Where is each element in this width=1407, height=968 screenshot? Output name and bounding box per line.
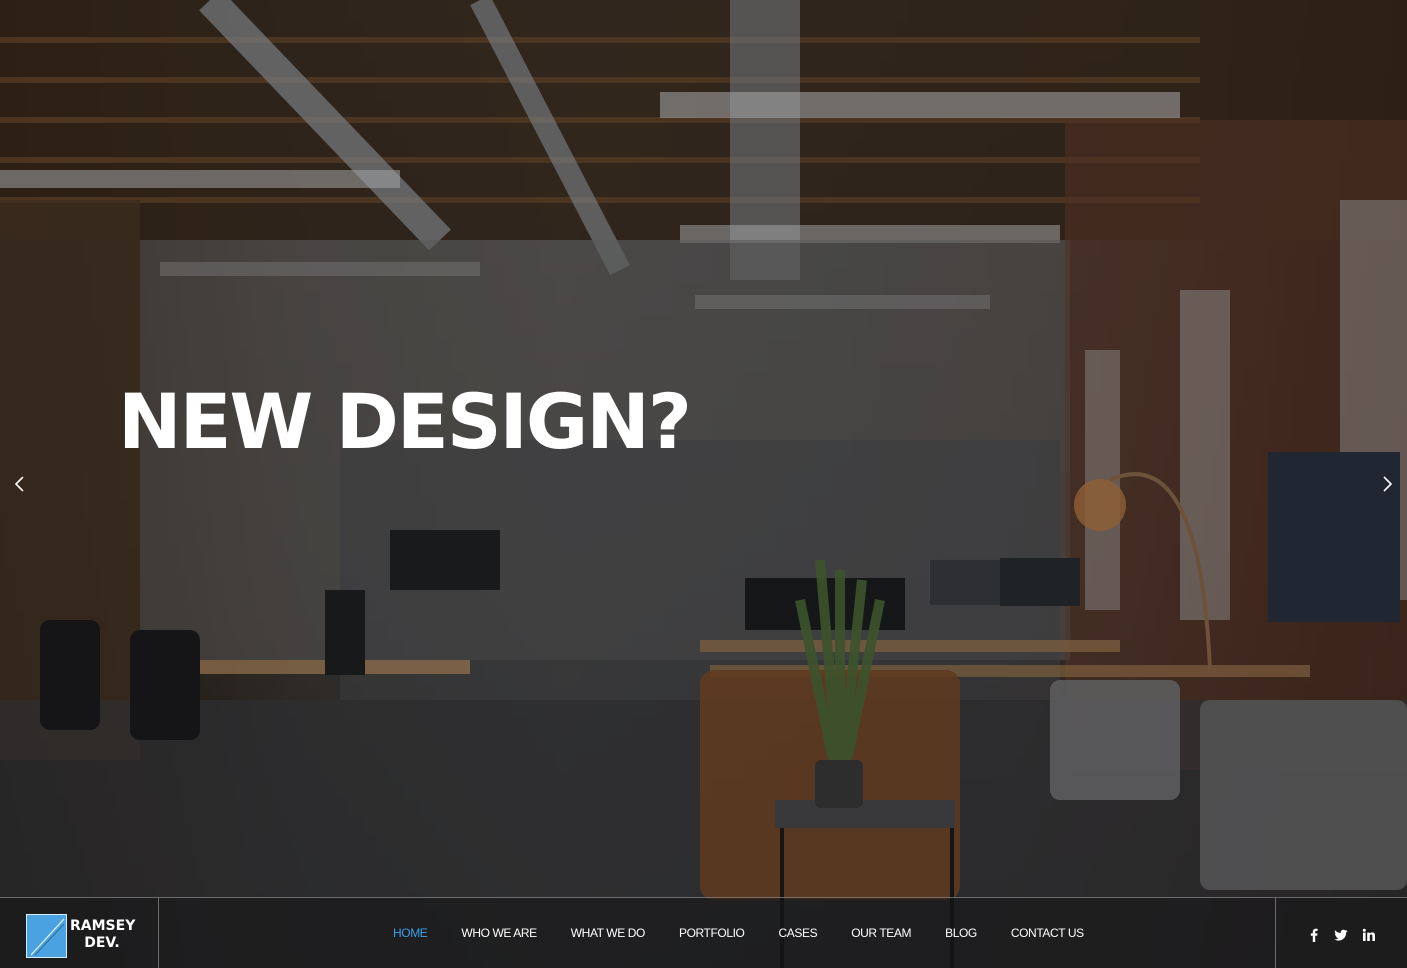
chevron-right-icon (1383, 476, 1393, 492)
slider-next-button[interactable] (1377, 472, 1397, 496)
nav-menu: HOME WHO WE ARE WHAT WE DO PORTFOLIO CAS… (393, 898, 1118, 968)
brand-logo-icon (26, 914, 67, 958)
main-navigation-bar: RAMSEY DEV. HOME WHO WE ARE WHAT WE DO P… (0, 897, 1407, 968)
nav-item-cases[interactable]: CASES (779, 926, 818, 940)
slider-prev-button[interactable] (10, 472, 30, 496)
hero-background-image (0, 0, 1407, 968)
brand-name-line1: RAMSEY (70, 918, 136, 934)
hero-title: NEW DESIGN? (118, 377, 692, 466)
twitter-icon[interactable] (1334, 928, 1348, 942)
nav-item-what-we-do[interactable]: WHAT WE DO (571, 926, 646, 940)
social-links (1275, 898, 1407, 968)
facebook-icon[interactable] (1307, 928, 1321, 942)
chevron-left-icon (14, 476, 24, 492)
nav-item-blog[interactable]: BLOG (945, 926, 977, 940)
hero-slider: NEW DESIGN? RAMSEY DEV. HOME WHO WE ARE … (0, 0, 1407, 968)
nav-item-who-we-are[interactable]: WHO WE ARE (461, 926, 537, 940)
brand-name-line2: DEV. (84, 935, 120, 951)
brand-name: RAMSEY DEV. (70, 918, 136, 952)
brand-logo-link[interactable]: RAMSEY DEV. (0, 898, 159, 968)
nav-item-our-team[interactable]: OUR TEAM (851, 926, 911, 940)
nav-item-portfolio[interactable]: PORTFOLIO (679, 926, 745, 940)
nav-item-home[interactable]: HOME (393, 926, 428, 940)
linkedin-icon[interactable] (1362, 928, 1376, 942)
nav-item-contact-us[interactable]: CONTACT US (1011, 926, 1084, 940)
